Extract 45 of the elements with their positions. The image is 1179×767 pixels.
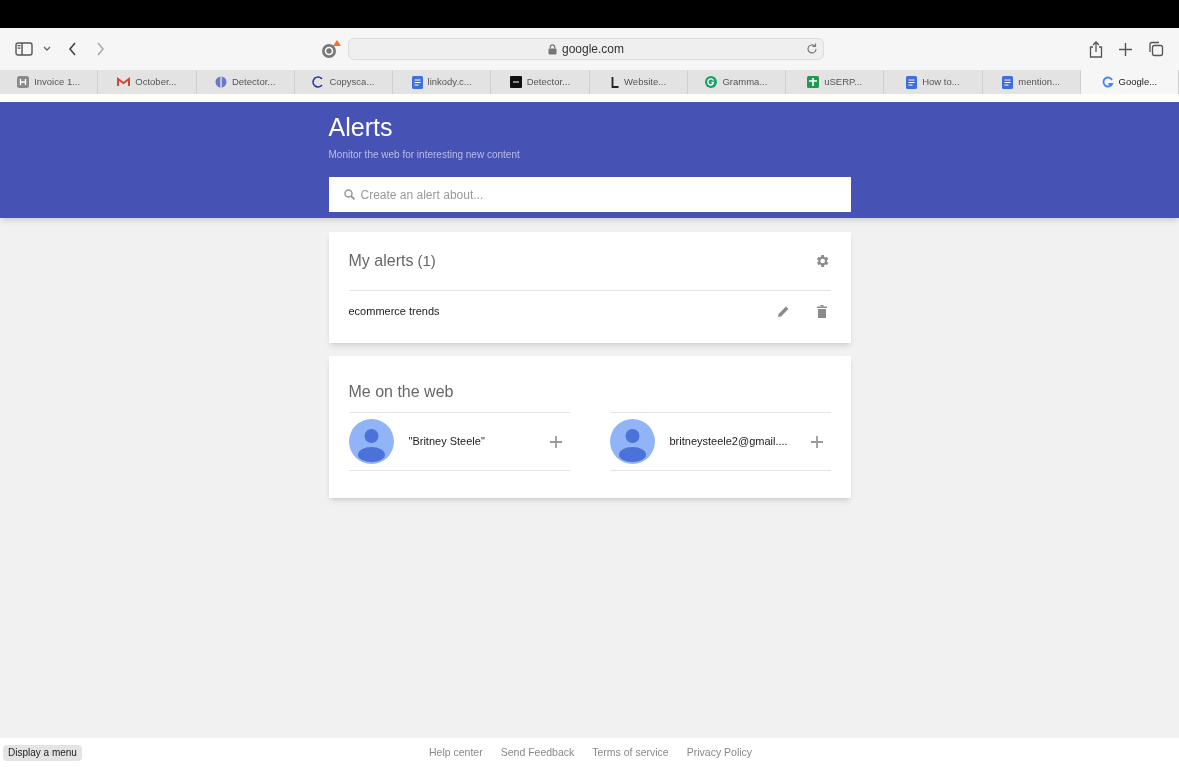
c-letter-icon xyxy=(312,76,325,88)
footer-link[interactable]: Send Feedback xyxy=(500,744,575,761)
identity-label: "Britney Steele" xyxy=(408,434,485,450)
avatar-icon xyxy=(348,419,394,464)
dark-tile-icon xyxy=(509,76,522,88)
g-letter-icon xyxy=(1101,76,1114,88)
document-icon xyxy=(411,75,423,89)
search-icon xyxy=(343,189,355,200)
tabs-overview-icon[interactable] xyxy=(1148,41,1164,57)
display-menu-button[interactable]: Display a menu xyxy=(3,744,82,761)
alert-count: (1) xyxy=(417,250,436,271)
page-title: Alerts xyxy=(328,112,394,142)
avatar-icon xyxy=(609,419,655,464)
identity-label: britneysteele2@gmail.... xyxy=(669,434,788,450)
address-bar[interactable]: google.com xyxy=(348,38,824,60)
document-icon xyxy=(906,75,918,89)
letter-tile-icon xyxy=(17,76,30,88)
reload-icon[interactable] xyxy=(806,43,818,55)
share-icon[interactable] xyxy=(1089,40,1103,58)
search-field[interactable]: Create an alert about... xyxy=(328,177,851,212)
envelope-icon xyxy=(117,77,131,87)
alert-query[interactable]: ecommerce trends xyxy=(348,302,440,320)
chevron-down-icon[interactable] xyxy=(43,46,51,52)
plus-icon[interactable] xyxy=(1119,42,1132,56)
g-circle-icon xyxy=(705,76,718,88)
globe-icon xyxy=(214,76,227,88)
footer-link[interactable]: Privacy Policy xyxy=(686,744,753,761)
add-icon[interactable] xyxy=(810,435,823,448)
extension-icon[interactable] xyxy=(321,39,343,59)
footer-link[interactable]: Terms of service xyxy=(592,744,669,761)
card-title: Me on the web xyxy=(348,382,455,402)
page-subtitle: Monitor the web for interesting new content xyxy=(328,148,521,162)
l-letter-icon xyxy=(610,76,620,88)
spreadsheet-icon xyxy=(807,76,820,88)
card-title: My alerts xyxy=(348,251,414,271)
trash-icon[interactable] xyxy=(816,304,827,318)
address-text: google.com xyxy=(561,41,624,58)
lock-icon xyxy=(547,43,557,55)
add-icon[interactable] xyxy=(549,435,562,448)
pencil-icon[interactable] xyxy=(776,304,790,318)
sidebar-icon[interactable] xyxy=(15,42,33,56)
browser-tab[interactable]: Google... xyxy=(1080,70,1179,94)
footer-link[interactable]: Help center xyxy=(429,744,483,761)
back-icon[interactable] xyxy=(68,42,77,56)
document-icon xyxy=(1002,75,1014,89)
